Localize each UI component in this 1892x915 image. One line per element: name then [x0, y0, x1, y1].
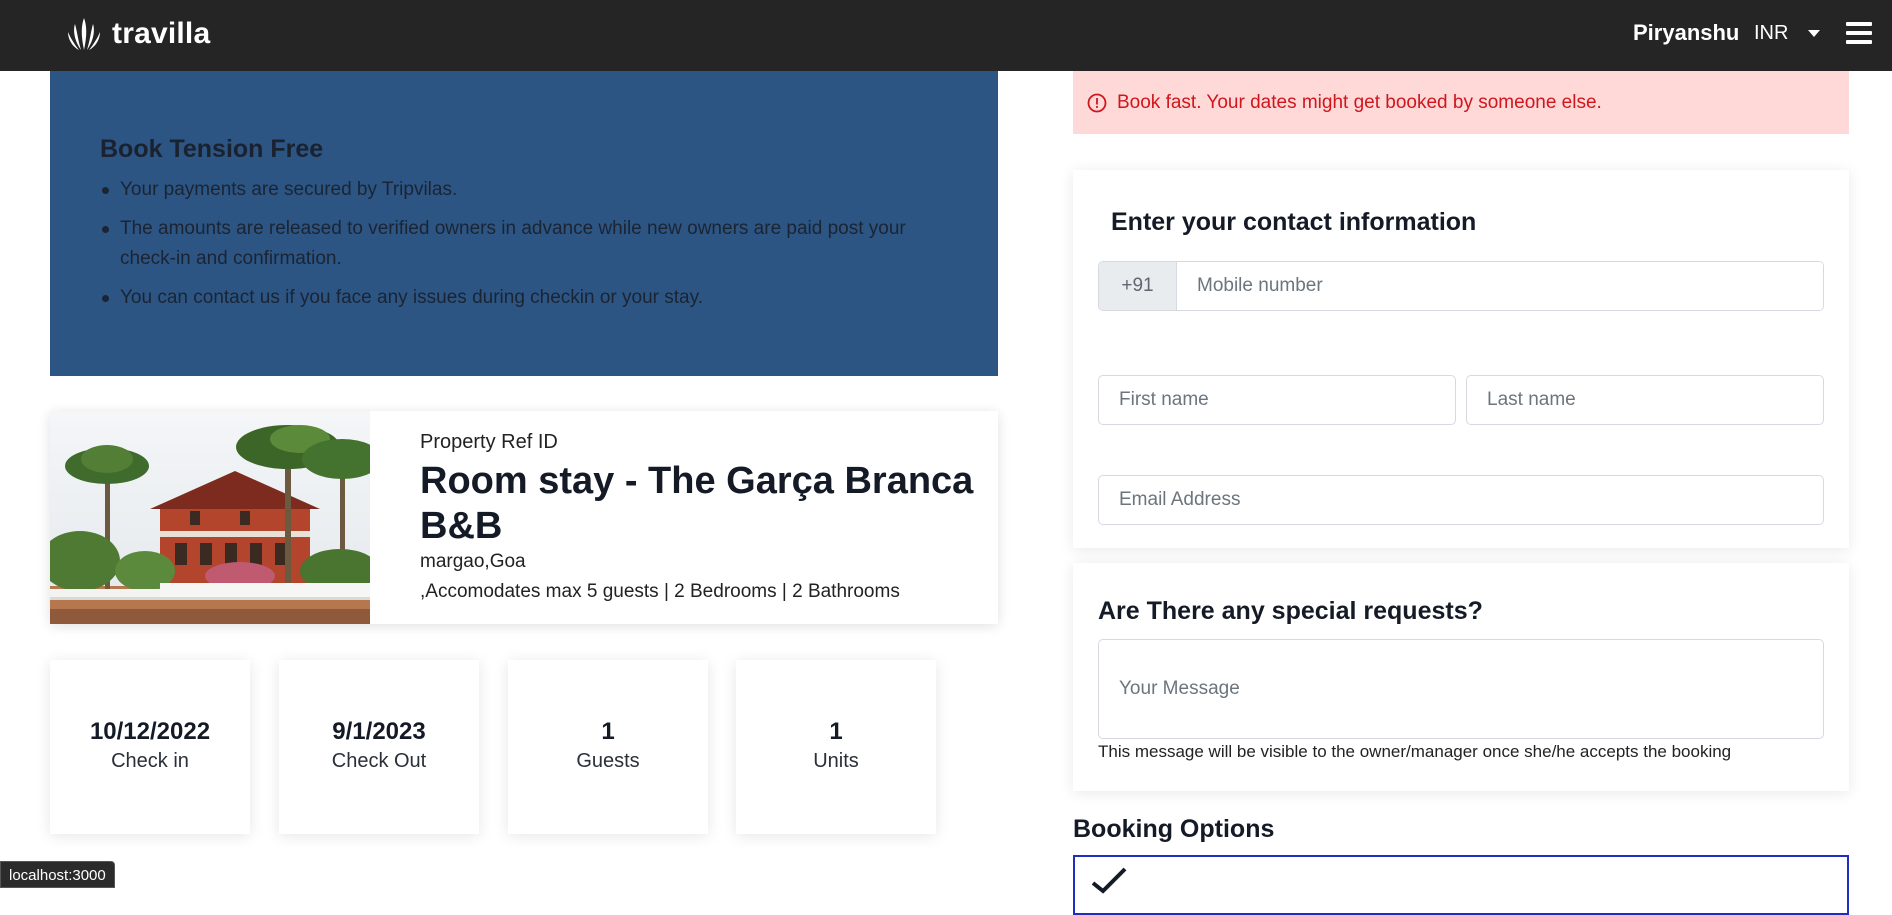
email-input[interactable] [1098, 475, 1824, 525]
property-details: ,Accomodates max 5 guests | 2 Bedrooms |… [420, 581, 900, 602]
booking-options-title: Booking Options [1073, 815, 1275, 843]
list-item: Your payments are secured by Tripvilas. [100, 175, 960, 205]
user-name-link[interactable]: Piryanshu [1633, 20, 1739, 46]
guests-count: 1 [601, 718, 615, 745]
tension-title: Book Tension Free [100, 135, 324, 163]
checkout-date: 9/1/2023 [332, 718, 426, 745]
message-textarea[interactable] [1098, 639, 1824, 739]
property-location: margao,Goa [420, 551, 526, 572]
travilla-logo-icon [68, 18, 100, 50]
message-hint: This message will be visible to the owne… [1098, 742, 1732, 761]
currency-label: INR [1754, 22, 1789, 44]
currency-dropdown[interactable]: INR [1754, 22, 1821, 45]
check-icon [1091, 867, 1127, 894]
property-photo [50, 411, 370, 624]
property-title: Room stay - The Garça Branca B&B [420, 460, 974, 547]
country-code: +91 [1099, 262, 1177, 310]
checkout-card: 9/1/2023 Check Out [279, 660, 479, 834]
phone-input-group: +91 [1098, 261, 1824, 311]
units-card: 1 Units [736, 660, 936, 834]
tension-points-list: Your payments are secured by Tripvilas. … [100, 175, 960, 322]
contact-title: Enter your contact information [1111, 208, 1477, 236]
checkin-date: 10/12/2022 [89, 718, 211, 745]
first-name-input[interactable] [1098, 375, 1456, 425]
list-item: You can contact us if you face any issue… [100, 283, 960, 313]
mobile-number-input[interactable] [1177, 262, 1823, 310]
units-label: Units [813, 750, 859, 772]
guests-label: Guests [576, 750, 640, 772]
list-item: The amounts are released to verified own… [100, 214, 960, 274]
book-tension-free-panel: Book Tension Free Your payments are secu… [50, 71, 998, 376]
alert-text: Book fast. Your dates might get booked b… [1117, 91, 1602, 113]
checkout-label: Check Out [331, 750, 427, 772]
booking-alert: Book fast. Your dates might get booked b… [1073, 71, 1849, 134]
chevron-down-icon [1808, 30, 1821, 37]
property-card: Property Ref ID Room stay - The Garça Br… [50, 411, 998, 624]
property-ref-id: Property Ref ID [420, 431, 558, 453]
booking-option-selected[interactable] [1073, 855, 1849, 915]
info-icon [1087, 93, 1107, 112]
checkin-card: 10/12/2022 Check in [50, 660, 250, 834]
last-name-input[interactable] [1466, 375, 1824, 425]
contact-info-card: Enter your contact information +91 [1073, 170, 1849, 548]
guests-card: 1 Guests [508, 660, 708, 834]
requests-title: Are There any special requests? [1098, 597, 1483, 625]
units-count: 1 [829, 718, 843, 745]
special-requests-card: Are There any special requests? This mes… [1073, 563, 1849, 791]
hamburger-icon[interactable] [1846, 22, 1872, 44]
brand-name: travilla [112, 17, 211, 50]
status-url-tooltip: localhost:3000 [0, 861, 115, 888]
top-navbar: travilla Piryanshu INR [0, 0, 1892, 71]
checkin-label: Check in [111, 750, 189, 772]
brand-logo[interactable]: travilla [64, 14, 210, 54]
